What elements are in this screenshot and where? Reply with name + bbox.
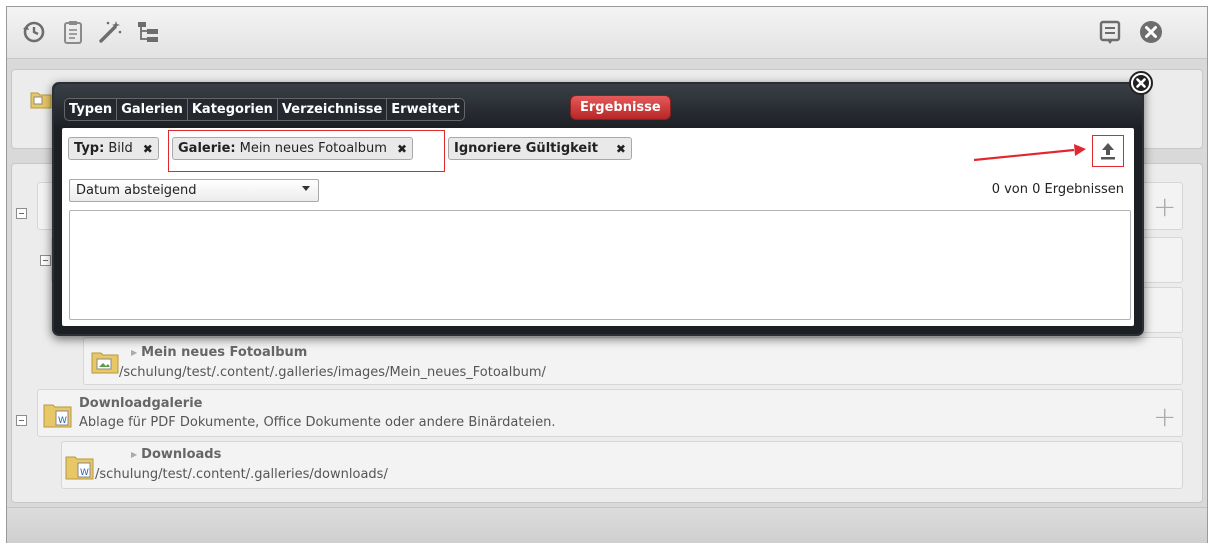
tab-typen[interactable]: Typen bbox=[65, 99, 118, 120]
gallery-dialog: Typen Galerien Kategorien Verzeichnisse … bbox=[52, 82, 1144, 336]
collapse-toggle[interactable] bbox=[40, 255, 51, 266]
sort-select[interactable]: Datum absteigend bbox=[69, 179, 319, 202]
dropdown-arrow-icon bbox=[302, 186, 310, 191]
filter-chip-type: Typ: Bild ✖ bbox=[68, 137, 159, 160]
upload-button[interactable] bbox=[1092, 135, 1124, 167]
gallery-path: /schulung/test/.content/.galleries/image… bbox=[119, 365, 546, 380]
remove-filter-icon[interactable]: ✖ bbox=[616, 142, 626, 156]
gallery-title: ▶ Mein neues Fotoalbum bbox=[131, 345, 308, 360]
collapse-toggle[interactable] bbox=[16, 208, 27, 219]
toolbar bbox=[7, 7, 1207, 59]
gallery-description: Ablage für PDF Dokumente, Office Dokumen… bbox=[79, 415, 556, 430]
annotation-arrow-icon bbox=[973, 144, 1086, 162]
chip-label: Typ: bbox=[74, 141, 105, 156]
tab-kategorien[interactable]: Kategorien bbox=[188, 99, 278, 120]
sort-selected-value: Datum absteigend bbox=[76, 183, 197, 198]
close-dialog-button[interactable] bbox=[1128, 70, 1154, 96]
svg-text:W: W bbox=[58, 416, 67, 426]
chip-value: Bild bbox=[108, 141, 133, 156]
gallery-path: /schulung/test/.content/.galleries/downl… bbox=[95, 467, 388, 482]
dialog-header: Typen Galerien Kategorien Verzeichnisse … bbox=[54, 84, 1142, 126]
upload-icon bbox=[1101, 143, 1115, 160]
remove-filter-icon[interactable]: ✖ bbox=[143, 142, 153, 156]
collapse-toggle[interactable] bbox=[16, 415, 27, 426]
tab-erweitert[interactable]: Erweitert bbox=[387, 99, 463, 120]
bottom-strip bbox=[7, 507, 1207, 543]
magic-wand-icon[interactable] bbox=[97, 19, 123, 45]
tree-icon[interactable] bbox=[135, 19, 161, 45]
tab-bar: Typen Galerien Kategorien Verzeichnisse … bbox=[64, 98, 465, 121]
download-folder-icon: W bbox=[43, 399, 73, 433]
results-list bbox=[69, 210, 1131, 320]
gallery-title: Downloadgalerie bbox=[79, 396, 203, 411]
chip-label: Ignoriere Gültigkeit bbox=[454, 141, 598, 156]
history-icon[interactable] bbox=[21, 19, 47, 45]
download-folder-icon: W bbox=[65, 451, 95, 485]
add-icon[interactable]: + bbox=[1153, 403, 1176, 431]
image-folder-icon bbox=[91, 347, 119, 379]
exit-icon[interactable] bbox=[1138, 19, 1164, 45]
svg-text:W: W bbox=[80, 468, 89, 478]
clipboard-icon[interactable] bbox=[60, 19, 86, 45]
tab-ergebnisse[interactable]: Ergebnisse bbox=[570, 95, 671, 120]
result-count: 0 von 0 Ergebnissen bbox=[991, 182, 1124, 197]
gallery-title: ▶ Downloads bbox=[131, 447, 222, 462]
add-icon[interactable]: + bbox=[1153, 193, 1176, 221]
close-icon bbox=[1129, 71, 1153, 95]
tab-verzeichnisse[interactable]: Verzeichnisse bbox=[278, 99, 388, 120]
tab-galerien[interactable]: Galerien bbox=[117, 99, 188, 120]
filter-chip-ignore-validity: Ignoriere Gültigkeit ✖ bbox=[448, 137, 632, 160]
publish-list-icon[interactable] bbox=[1097, 19, 1123, 45]
folder-icon bbox=[30, 88, 52, 114]
highlight-box-gallery-filter bbox=[168, 130, 445, 172]
